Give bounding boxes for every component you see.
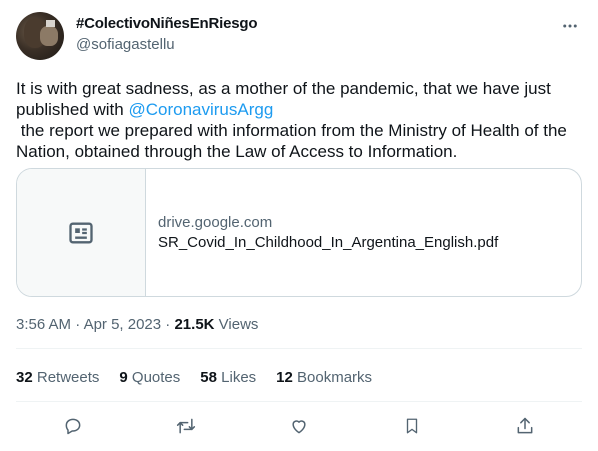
- views-count: 21.5K: [174, 316, 215, 333]
- tweet-text-line: It is with great sadness, as a mother of…: [16, 79, 551, 98]
- share-icon: [517, 417, 533, 434]
- bookmarks-stat[interactable]: 12 Bookmarks: [276, 369, 372, 386]
- bookmarks-count: 12: [276, 369, 293, 386]
- tweet-text-line: Nation, obtained through the Law of Acce…: [16, 142, 458, 161]
- bookmark-button[interactable]: [395, 409, 429, 443]
- card-thumbnail: [17, 169, 146, 296]
- author-handle[interactable]: @sofiagastellu: [76, 36, 175, 53]
- more-icon: [563, 24, 577, 28]
- tweet-text-line: published with @CoronavirusArgg: [16, 99, 586, 120]
- article-icon: [69, 222, 93, 243]
- retweets-stat[interactable]: 32 Retweets: [16, 369, 99, 386]
- bookmarks-label: Bookmarks: [297, 369, 373, 386]
- more-options-button[interactable]: [556, 12, 584, 40]
- quotes-stat[interactable]: 9 Quotes: [119, 369, 180, 386]
- views-label: Views: [214, 316, 259, 333]
- tweet-date[interactable]: Apr 5, 2023: [84, 316, 162, 333]
- card-body: drive.google.com SR_Covid_In_Childhood_I…: [146, 169, 498, 296]
- tweet-meta: 3:56 AM · Apr 5, 2023 · 21.5K Views: [16, 316, 258, 333]
- retweet-icon: [176, 418, 195, 434]
- divider: [16, 348, 582, 349]
- likes-label: Likes: [221, 369, 257, 386]
- reply-icon: [65, 418, 81, 435]
- reply-button[interactable]: [56, 409, 90, 443]
- retweet-button[interactable]: [169, 409, 203, 443]
- retweets-count: 32: [16, 369, 33, 386]
- like-icon: [292, 420, 306, 434]
- engagement-stats: 32 Retweets 9 Quotes 58 Likes 12 Bookmar…: [16, 369, 372, 386]
- tweet-time[interactable]: 3:56 AM: [16, 316, 71, 333]
- tweet-text: It is with great sadness, as a mother of…: [16, 78, 586, 162]
- action-bar: [16, 402, 582, 450]
- tweet-text-segment: published with: [16, 100, 129, 119]
- likes-count: 58: [200, 369, 217, 386]
- likes-stat[interactable]: 58 Likes: [200, 369, 256, 386]
- tweet-text-line: the report we prepared with information …: [16, 121, 567, 140]
- quotes-count: 9: [119, 369, 128, 386]
- link-card[interactable]: drive.google.com SR_Covid_In_Childhood_I…: [16, 168, 582, 297]
- card-title: SR_Covid_In_Childhood_In_Argentina_Engli…: [158, 234, 499, 251]
- meta-separator: ·: [71, 316, 84, 333]
- avatar-shape: [40, 26, 58, 46]
- quotes-label: Quotes: [131, 369, 181, 386]
- retweets-label: Retweets: [36, 369, 100, 386]
- like-button[interactable]: [282, 409, 316, 443]
- author-display-name[interactable]: #ColectivoNiñesEnRiesgo: [76, 15, 257, 32]
- share-button[interactable]: [508, 409, 542, 443]
- bookmark-icon: [406, 418, 418, 434]
- avatar-shape: [46, 20, 55, 27]
- avatar[interactable]: [16, 12, 64, 60]
- card-domain: drive.google.com: [158, 214, 273, 231]
- mention-link[interactable]: @CoronavirusArgg: [128, 100, 273, 119]
- meta-separator: ·: [161, 316, 175, 333]
